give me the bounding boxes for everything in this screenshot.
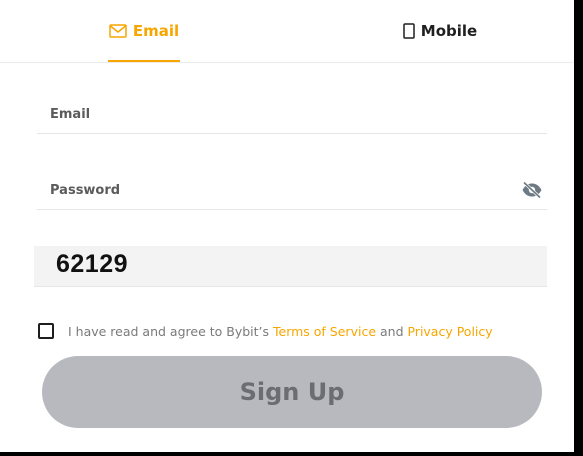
tab-email-label: Email — [132, 22, 180, 40]
captcha-field[interactable]: 62129 — [34, 246, 547, 287]
privacy-policy-link[interactable]: Privacy Policy — [407, 324, 492, 339]
email-field[interactable]: Email — [37, 92, 547, 134]
signup-card: Email Mobile Email Password 62129 I have… — [0, 0, 574, 452]
agreement-prefix: I have read and agree to Bybit’s — [68, 323, 273, 339]
agreement-conjunction: and — [376, 323, 408, 339]
agreement-text: I have read and agree to Bybit’s Terms o… — [68, 324, 493, 339]
terms-of-service-link[interactable]: Terms of Service — [273, 324, 376, 339]
eye-off-icon[interactable] — [521, 181, 543, 199]
email-field-label: Email — [50, 107, 91, 122]
envelope-icon — [109, 24, 127, 38]
password-field-label: Password — [50, 183, 121, 198]
captcha-value: 62129 — [56, 250, 129, 278]
signup-method-tabs: Email Mobile — [0, 0, 574, 63]
signup-button[interactable]: Sign Up — [42, 356, 542, 428]
tab-mobile-label: Mobile — [420, 22, 478, 40]
agree-checkbox[interactable] — [38, 323, 54, 339]
phone-icon — [403, 23, 415, 39]
password-field[interactable]: Password — [37, 168, 547, 210]
tab-email[interactable]: Email — [108, 0, 180, 62]
tab-mobile[interactable]: Mobile — [400, 0, 480, 62]
terms-agreement: I have read and agree to Bybit’s Terms o… — [38, 321, 493, 341]
